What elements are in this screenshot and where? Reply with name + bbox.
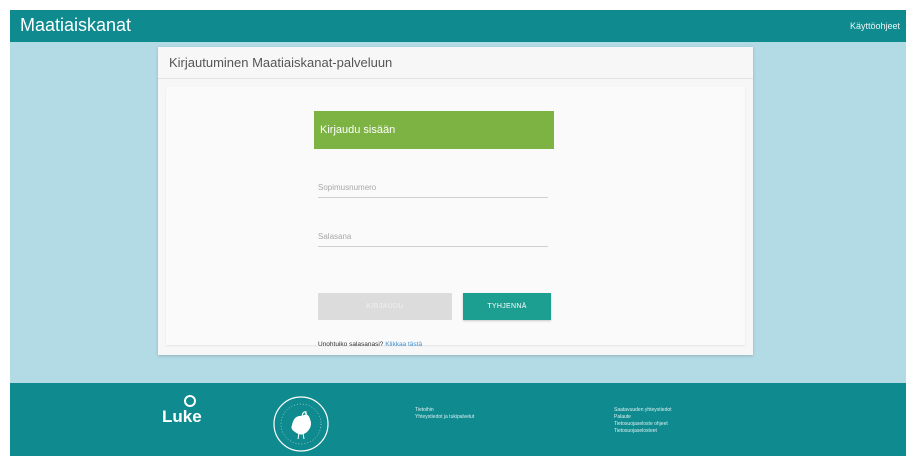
luke-logo-icon: [184, 395, 196, 407]
luke-logo[interactable]: Luke: [162, 395, 202, 427]
password-input[interactable]: [318, 227, 548, 247]
footer-link-privacy-statements[interactable]: Tietosuojaselosteet: [614, 428, 672, 435]
footer-links-right: Saatavuuden yhteystiedot Palaute Tietosu…: [614, 407, 672, 435]
forgot-password-text: Unohtuiko salasanasi?: [318, 341, 384, 348]
panel-title: Kirjautuminen Maatiaiskanat-palveluun: [169, 55, 393, 70]
rooster-seal-icon: [273, 396, 329, 452]
footer: Luke Tietoihin Yhteystiedot ja tukipalve…: [10, 383, 906, 456]
footer-link-info[interactable]: Tietoihin: [415, 407, 474, 414]
login-button[interactable]: KIRJAUDU: [318, 293, 452, 320]
brand-link[interactable]: Maatiaiskanat: [20, 15, 131, 36]
login-header: Kirjaudu sisään: [314, 111, 554, 149]
forgot-password-row: Unohtuiko salasanasi? Klikkaa tästä: [318, 341, 422, 348]
panel-divider: [158, 78, 753, 79]
app-frame: Maatiaiskanat Käyttöohjeet Kirjautuminen…: [10, 10, 906, 456]
contract-number-input[interactable]: [318, 178, 548, 198]
footer-link-contact[interactable]: Yhteystiedot ja tukipalvelut: [415, 414, 474, 421]
luke-logo-text: Luke: [162, 407, 202, 426]
footer-link-feedback[interactable]: Palaute: [614, 414, 672, 421]
help-link[interactable]: Käyttöohjeet: [850, 21, 900, 31]
clear-button[interactable]: TYHJENNÄ: [463, 293, 551, 320]
top-navigation-bar: Maatiaiskanat Käyttöohjeet: [10, 10, 906, 42]
login-panel: Kirjautuminen Maatiaiskanat-palveluun Ki…: [158, 47, 753, 355]
footer-links-left: Tietoihin Yhteystiedot ja tukipalvelut: [415, 407, 474, 421]
footer-link-privacy[interactable]: Tietosuojaseloste ohjeet: [614, 421, 672, 428]
footer-link-availability[interactable]: Saatavuuden yhteystiedot: [614, 407, 672, 414]
forgot-password-link[interactable]: Klikkaa tästä: [385, 341, 422, 348]
